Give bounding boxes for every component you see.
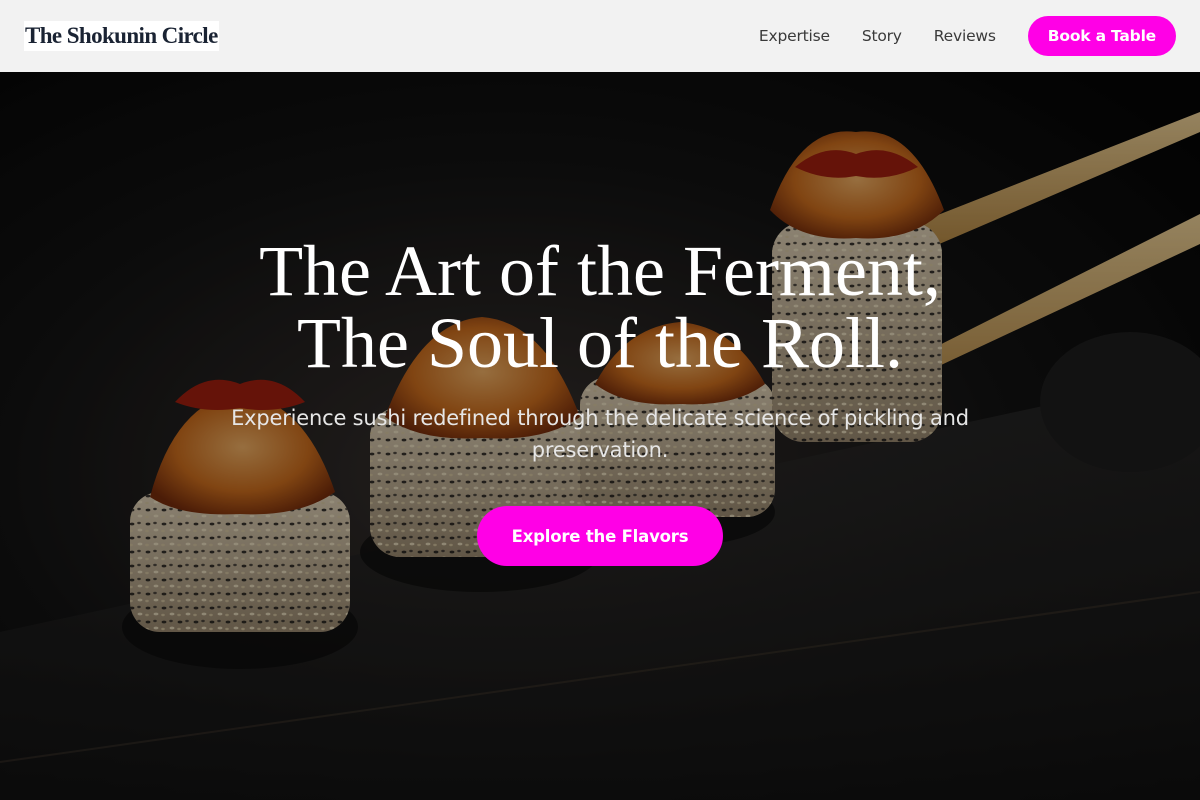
book-table-button[interactable]: Book a Table (1027, 16, 1176, 56)
nav-link-reviews[interactable]: Reviews (934, 27, 996, 45)
hero-content: The Art of the Ferment, The Soul of the … (0, 72, 1200, 800)
hero-section: The Art of the Ferment, The Soul of the … (0, 72, 1200, 800)
site-header: The Shokunin Circle Expertise Story Revi… (0, 0, 1200, 72)
explore-flavors-button[interactable]: Explore the Flavors (477, 506, 723, 566)
main-nav: Expertise Story Reviews Book a Table (759, 16, 1176, 56)
nav-link-expertise[interactable]: Expertise (759, 27, 830, 45)
nav-link-story[interactable]: Story (862, 27, 902, 45)
brand-logo[interactable]: The Shokunin Circle (24, 21, 219, 51)
hero-subtitle: Experience sushi redefined through the d… (231, 406, 969, 462)
hero-title: The Art of the Ferment, The Soul of the … (100, 235, 1100, 379)
hero-title-line-1: The Art of the Ferment, (259, 231, 941, 311)
hero-title-line-2: The Soul of the Roll. (297, 303, 903, 383)
